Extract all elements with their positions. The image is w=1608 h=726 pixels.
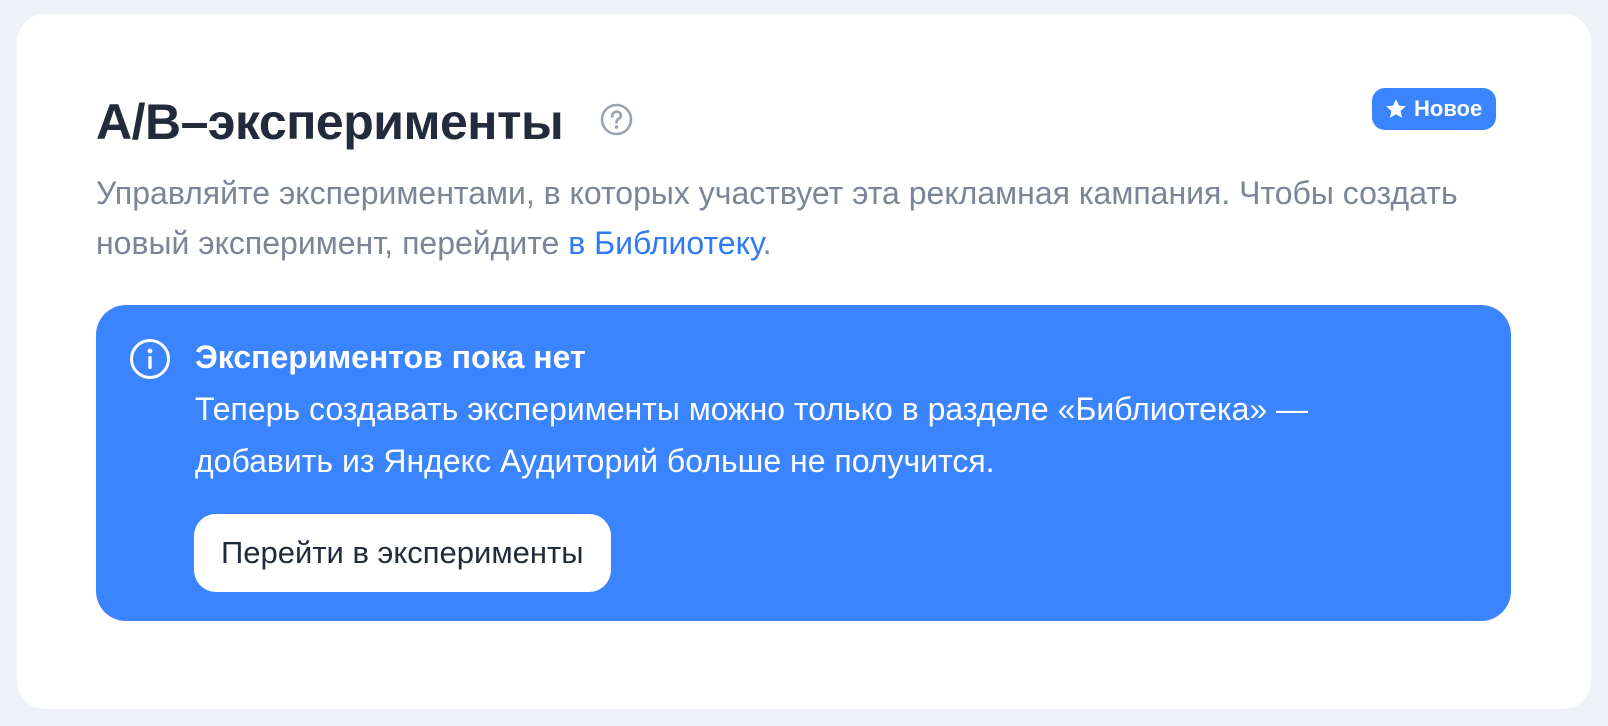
ab-experiments-card: A/B–эксперименты Новое Управляйте экспер…: [17, 14, 1591, 709]
info-circle-icon: [129, 338, 171, 380]
section-title: A/B–эксперименты: [96, 94, 564, 150]
library-link[interactable]: в Библиотеку: [568, 225, 763, 261]
badge-label: Новое: [1414, 96, 1483, 121]
banner-text: Теперь создавать эксперименты можно толь…: [195, 391, 1309, 479]
no-experiments-banner: Экспериментов пока нет Теперь создавать …: [96, 305, 1511, 621]
banner-title: Экспериментов пока нет: [195, 339, 586, 375]
section-description: Управляйте экспериментами, в которых уча…: [96, 168, 1516, 268]
new-badge: Новое: [1372, 88, 1497, 130]
star-icon: [1384, 97, 1408, 121]
description-text: Управляйте экспериментами, в которых уча…: [96, 175, 1458, 261]
question-circle-icon[interactable]: [600, 103, 633, 136]
go-to-experiments-button[interactable]: Перейти в эксперименты: [194, 514, 611, 592]
description-end: .: [762, 225, 772, 261]
